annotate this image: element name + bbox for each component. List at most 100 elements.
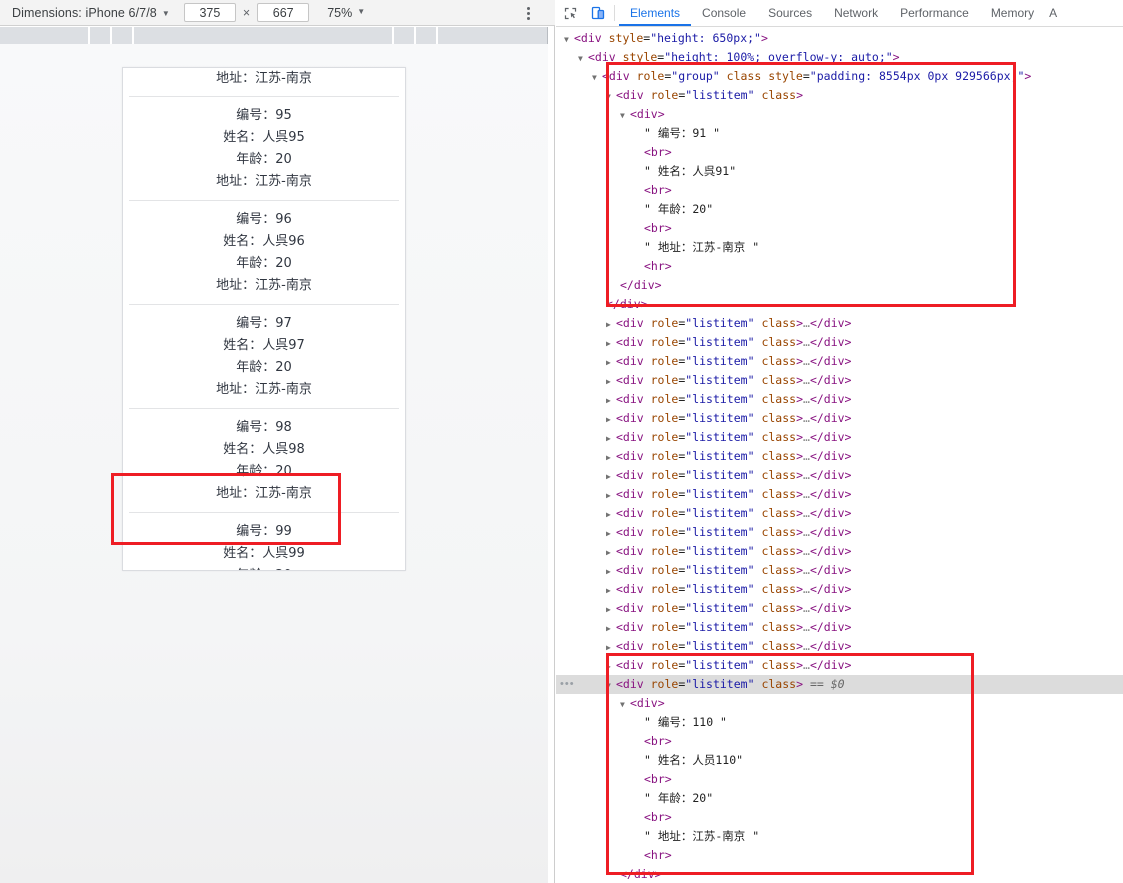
dom-tree[interactable]: <div style="height: 650px;"><div style="… [556, 27, 1123, 883]
dom-node-listitem-close[interactable]: </div> [556, 295, 1123, 314]
triangle-right-icon[interactable] [606, 562, 616, 581]
dom-node-br[interactable]: <br> [556, 181, 1123, 200]
dom-node-inner-div-close[interactable]: </div> [556, 865, 1123, 883]
triangle-right-icon[interactable] [606, 486, 616, 505]
list-item[interactable]: 编号：96 姓名：人呉96 年龄：20 地址：江苏-南京 [123, 201, 405, 304]
dom-node-listitem-collapsed[interactable]: <div role="listitem" class>…</div> [556, 447, 1123, 466]
dom-node-listitem-expanded[interactable]: <div role="listitem" class> [556, 86, 1123, 105]
dom-text-name[interactable]: " 姓名：人员110" [556, 751, 1123, 770]
triangle-right-icon[interactable] [606, 429, 616, 448]
dom-row-more-icon[interactable]: ••• [560, 675, 575, 694]
triangle-right-icon[interactable] [606, 600, 616, 619]
dom-node-group-div[interactable]: <div role="group" class style="padding: … [556, 67, 1123, 86]
triangle-down-icon[interactable] [564, 30, 574, 49]
triangle-right-icon[interactable] [606, 543, 616, 562]
viewport-ruler[interactable] [0, 27, 548, 44]
dimensions-dropdown[interactable]: Dimensions: iPhone 6/7/8▼ [12, 6, 170, 20]
triangle-right-icon[interactable] [606, 315, 616, 334]
triangle-down-icon[interactable] [606, 87, 616, 106]
list-item[interactable]: 编号：99 姓名：人呉99 年龄：20 地址：江苏-南京 [123, 513, 405, 571]
dom-node-listitem-collapsed[interactable]: <div role="listitem" class>…</div> [556, 352, 1123, 371]
triangle-right-icon[interactable] [606, 391, 616, 410]
list-item[interactable]: 编号：97 姓名：人呉97 年龄：20 地址：江苏-南京 [123, 305, 405, 408]
dom-node-listitem-collapsed[interactable]: <div role="listitem" class>…</div> [556, 618, 1123, 637]
dom-text-id[interactable]: " 编号：110 " [556, 713, 1123, 732]
triangle-right-icon[interactable] [606, 619, 616, 638]
tab-elements[interactable]: Elements [619, 0, 691, 26]
tab-memory[interactable]: Memory [980, 0, 1045, 26]
dom-text-address[interactable]: " 地址：江苏-南京 " [556, 238, 1123, 257]
dom-node-listitem-collapsed[interactable]: <div role="listitem" class>…</div> [556, 371, 1123, 390]
dom-node-br[interactable]: <br> [556, 770, 1123, 789]
list-item[interactable]: 地址：江苏-南京 [123, 68, 405, 96]
tab-sources[interactable]: Sources [757, 0, 823, 26]
device-more-options-button[interactable] [519, 3, 537, 23]
dom-node-listitem-collapsed[interactable]: <div role="listitem" class>…</div> [556, 542, 1123, 561]
triangle-right-icon[interactable] [606, 657, 616, 676]
device-toolbar: Dimensions: iPhone 6/7/8▼ × 75%▼ [0, 0, 555, 26]
viewport-height-input[interactable] [257, 3, 309, 22]
triangle-right-icon[interactable] [606, 581, 616, 600]
person-id: 编号：98 [123, 417, 405, 439]
dom-node-listitem-collapsed[interactable]: <div role="listitem" class>…</div> [556, 599, 1123, 618]
dom-node-listitem-collapsed[interactable]: <div role="listitem" class>…</div> [556, 561, 1123, 580]
dom-node-listitem-collapsed[interactable]: <div role="listitem" class>…</div> [556, 314, 1123, 333]
dom-node-listitem-collapsed[interactable]: <div role="listitem" class>…</div> [556, 485, 1123, 504]
device-toolbar-icon[interactable] [584, 0, 612, 26]
dom-node-listitem-collapsed[interactable]: <div role="listitem" class>…</div> [556, 428, 1123, 447]
triangle-right-icon[interactable] [606, 448, 616, 467]
dom-node-inner-div-selected[interactable]: <div> [556, 694, 1123, 713]
dom-node-inner-div-close[interactable]: </div> [556, 276, 1123, 295]
viewport-width-input[interactable] [184, 3, 236, 22]
zoom-dropdown[interactable]: 75%▼ [327, 6, 365, 20]
triangle-down-icon[interactable] [578, 49, 588, 68]
dom-node-listitem-collapsed[interactable]: <div role="listitem" class>…</div> [556, 637, 1123, 656]
dom-node-listitem-collapsed[interactable]: <div role="listitem" class>…</div> [556, 409, 1123, 428]
dom-node-listitem-collapsed[interactable]: <div role="listitem" class>…</div> [556, 390, 1123, 409]
triangle-right-icon[interactable] [606, 638, 616, 657]
triangle-down-icon[interactable] [606, 676, 616, 695]
dom-text-age[interactable]: " 年龄：20" [556, 200, 1123, 219]
triangle-right-icon[interactable] [606, 334, 616, 353]
triangle-down-icon[interactable] [620, 695, 630, 714]
dom-node-scroll-div[interactable]: <div style="height: 100%; overflow-y: au… [556, 48, 1123, 67]
person-id: 编号：95 [123, 105, 405, 127]
inspect-element-icon[interactable] [556, 0, 584, 26]
dom-node-listitem-collapsed[interactable]: <div role="listitem" class>…</div> [556, 466, 1123, 485]
triangle-right-icon[interactable] [606, 505, 616, 524]
dom-node-br[interactable]: <br> [556, 732, 1123, 751]
dom-node-listitem-collapsed[interactable]: <div role="listitem" class>…</div> [556, 523, 1123, 542]
dom-text-name[interactable]: " 姓名：人呉91" [556, 162, 1123, 181]
triangle-right-icon[interactable] [606, 372, 616, 391]
dom-node-br[interactable]: <br> [556, 219, 1123, 238]
dom-node-listitem-collapsed[interactable]: <div role="listitem" class>…</div> [556, 504, 1123, 523]
tab-performance[interactable]: Performance [889, 0, 980, 26]
dom-node-hr[interactable]: <hr> [556, 846, 1123, 865]
triangle-down-icon[interactable] [592, 68, 602, 87]
dom-node-br[interactable]: <br> [556, 143, 1123, 162]
tab-console[interactable]: Console [691, 0, 757, 26]
list-item[interactable]: 编号：98 姓名：人呉98 年龄：20 地址：江苏-南京 [123, 409, 405, 512]
dom-text-id[interactable]: " 编号：91 " [556, 124, 1123, 143]
dom-node-br[interactable]: <br> [556, 808, 1123, 827]
dom-node-listitem-collapsed[interactable]: <div role="listitem" class>…</div> [556, 333, 1123, 352]
triangle-right-icon[interactable] [606, 467, 616, 486]
triangle-right-icon[interactable] [606, 524, 616, 543]
ruler-tick [88, 27, 90, 44]
tab-network[interactable]: Network [823, 0, 889, 26]
dom-text-address[interactable]: " 地址：江苏-南京 " [556, 827, 1123, 846]
triangle-right-icon[interactable] [606, 353, 616, 372]
list-item[interactable]: 编号：95 姓名：人呉95 年龄：20 地址：江苏-南京 [123, 97, 405, 200]
triangle-right-icon[interactable] [606, 410, 616, 429]
dom-node-listitem-collapsed[interactable]: <div role="listitem" class>…</div> [556, 580, 1123, 599]
dom-node-hr[interactable]: <hr> [556, 257, 1123, 276]
tab-application-truncated[interactable]: A [1045, 0, 1061, 26]
dom-node-inner-div[interactable]: <div> [556, 105, 1123, 124]
device-canvas: 地址：江苏-南京 编号：95 姓名：人呉95 年龄：20 地址：江苏-南京 编号… [0, 44, 548, 883]
dom-text-age[interactable]: " 年龄：20" [556, 789, 1123, 808]
dom-node-listitem-collapsed[interactable]: <div role="listitem" class>…</div> [556, 656, 1123, 675]
triangle-down-icon[interactable] [620, 106, 630, 125]
dom-node-listitem-selected[interactable]: <div role="listitem" class> == $0••• [556, 675, 1123, 694]
emulated-page-viewport[interactable]: 地址：江苏-南京 编号：95 姓名：人呉95 年龄：20 地址：江苏-南京 编号… [122, 67, 406, 571]
dom-node-outer-div[interactable]: <div style="height: 650px;"> [556, 29, 1123, 48]
